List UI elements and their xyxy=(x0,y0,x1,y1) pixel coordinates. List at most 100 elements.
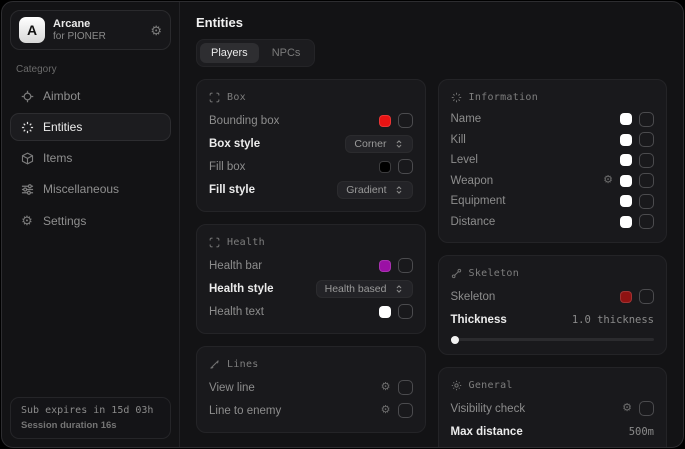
app-window: A Arcane for PIONER ⚙ Category Aimbot En… xyxy=(1,1,684,448)
corner-brackets-icon xyxy=(209,92,220,103)
sub-expires-text: Sub expires in 15d 03h xyxy=(21,405,160,416)
general-card: General Visibility check ⚙ Max distance … xyxy=(438,367,668,447)
skeleton-card-title: Skeleton xyxy=(469,268,520,279)
subscription-info: Sub expires in 15d 03h Session duration … xyxy=(10,397,171,439)
sidebar-item-items[interactable]: Items xyxy=(10,144,171,172)
max-distance-value: 500m xyxy=(629,426,654,438)
settings-columns: Box Bounding box Box style Corne xyxy=(196,79,667,447)
health-text-color-swatch[interactable] xyxy=(379,306,391,318)
health-bar-row: Health bar xyxy=(209,254,413,277)
health-bar-checkbox[interactable] xyxy=(398,258,413,273)
unfold-icon xyxy=(394,185,404,195)
line-to-enemy-gear-icon[interactable]: ⚙ xyxy=(381,405,391,416)
unfold-icon xyxy=(394,139,404,149)
skeleton-row: Skeleton xyxy=(451,285,655,308)
view-line-label: View line xyxy=(209,382,255,394)
kill-checkbox[interactable] xyxy=(639,132,654,147)
level-row: Level xyxy=(451,150,655,171)
name-color-swatch[interactable] xyxy=(620,113,632,125)
corner-brackets-icon xyxy=(209,237,220,248)
fill-style-row: Fill style Gradient xyxy=(209,178,413,201)
equipment-checkbox[interactable] xyxy=(639,194,654,209)
kill-label: Kill xyxy=(451,134,466,146)
fill-box-checkbox[interactable] xyxy=(398,159,413,174)
distance-row: Distance xyxy=(451,212,655,233)
health-style-row: Health style Health based xyxy=(209,277,413,300)
cube-icon xyxy=(20,152,34,165)
line-to-enemy-row: Line to enemy ⚙ xyxy=(209,399,413,422)
line-to-enemy-checkbox[interactable] xyxy=(398,403,413,418)
app-name: Arcane xyxy=(53,18,106,30)
weapon-color-swatch[interactable] xyxy=(620,175,632,187)
thickness-slider[interactable] xyxy=(451,338,655,341)
health-card-header: Health xyxy=(209,237,413,248)
gear-icon: ⚙ xyxy=(20,213,34,229)
visibility-check-gear-icon[interactable]: ⚙ xyxy=(622,403,632,414)
box-style-dropdown[interactable]: Corner xyxy=(345,135,412,153)
bounding-box-checkbox[interactable] xyxy=(398,113,413,128)
line-icon xyxy=(209,359,220,370)
header-settings-icon[interactable]: ⚙ xyxy=(150,24,162,37)
distance-checkbox[interactable] xyxy=(639,214,654,229)
tab-npcs[interactable]: NPCs xyxy=(261,43,312,63)
fill-style-dropdown[interactable]: Gradient xyxy=(337,181,412,199)
line-to-enemy-label: Line to enemy xyxy=(209,405,281,417)
box-style-row: Box style Corner xyxy=(209,132,413,155)
information-card-header: Information xyxy=(451,92,655,103)
entity-tabs: Players NPCs xyxy=(196,39,315,67)
sidebar-item-miscellaneous[interactable]: Miscellaneous xyxy=(10,175,171,203)
equipment-color-swatch[interactable] xyxy=(620,195,632,207)
information-card-title: Information xyxy=(469,92,539,103)
level-color-swatch[interactable] xyxy=(620,154,632,166)
app-header: A Arcane for PIONER ⚙ xyxy=(10,10,171,50)
weapon-checkbox[interactable] xyxy=(639,173,654,188)
level-checkbox[interactable] xyxy=(639,153,654,168)
kill-row: Kill xyxy=(451,130,655,151)
level-label: Level xyxy=(451,154,479,166)
information-icon xyxy=(451,92,462,103)
health-text-checkbox[interactable] xyxy=(398,304,413,319)
kill-color-swatch[interactable] xyxy=(620,134,632,146)
thickness-slider-thumb[interactable] xyxy=(451,336,459,344)
health-style-value: Health based xyxy=(325,283,387,295)
name-row: Name xyxy=(451,109,655,130)
sliders-icon xyxy=(20,183,34,196)
information-card: Information Name Kill xyxy=(438,79,668,243)
sidebar-item-entities[interactable]: Entities xyxy=(10,113,171,141)
box-style-value: Corner xyxy=(354,138,386,150)
general-card-header: General xyxy=(451,380,655,391)
category-label: Category xyxy=(16,64,165,75)
thickness-row: Thickness 1.0 thickness xyxy=(451,308,655,331)
sidebar-item-settings[interactable]: ⚙ Settings xyxy=(10,206,171,236)
bounding-box-label: Bounding box xyxy=(209,115,279,127)
skeleton-checkbox[interactable] xyxy=(639,289,654,304)
health-bar-color-swatch[interactable] xyxy=(379,260,391,272)
health-style-dropdown[interactable]: Health based xyxy=(316,280,413,298)
bounding-box-color-swatch[interactable] xyxy=(379,115,391,127)
skeleton-color-swatch[interactable] xyxy=(620,291,632,303)
health-bar-label: Health bar xyxy=(209,260,262,272)
box-style-label: Box style xyxy=(209,138,260,150)
weapon-row: Weapon ⚙ xyxy=(451,171,655,192)
visibility-check-label: Visibility check xyxy=(451,403,526,415)
weapon-label: Weapon xyxy=(451,175,494,187)
right-column: Information Name Kill xyxy=(438,79,668,447)
sidebar-item-aimbot[interactable]: Aimbot xyxy=(10,82,171,110)
distance-color-swatch[interactable] xyxy=(620,216,632,228)
weapon-gear-icon[interactable]: ⚙ xyxy=(603,175,613,186)
fill-box-color-swatch[interactable] xyxy=(379,161,391,173)
view-line-checkbox[interactable] xyxy=(398,380,413,395)
visibility-check-checkbox[interactable] xyxy=(639,401,654,416)
thickness-value: 1.0 thickness xyxy=(572,314,654,326)
distance-label: Distance xyxy=(451,216,496,228)
max-distance-row: Max distance 500m xyxy=(451,420,655,443)
equipment-label: Equipment xyxy=(451,195,506,207)
sidebar-item-label: Settings xyxy=(43,214,86,228)
tab-players[interactable]: Players xyxy=(200,43,259,63)
visibility-check-row: Visibility check ⚙ xyxy=(451,397,655,420)
view-line-row: View line ⚙ xyxy=(209,376,413,399)
view-line-gear-icon[interactable]: ⚙ xyxy=(381,382,391,393)
name-checkbox[interactable] xyxy=(639,112,654,127)
bone-icon xyxy=(451,268,462,279)
page-title: Entities xyxy=(196,15,667,30)
